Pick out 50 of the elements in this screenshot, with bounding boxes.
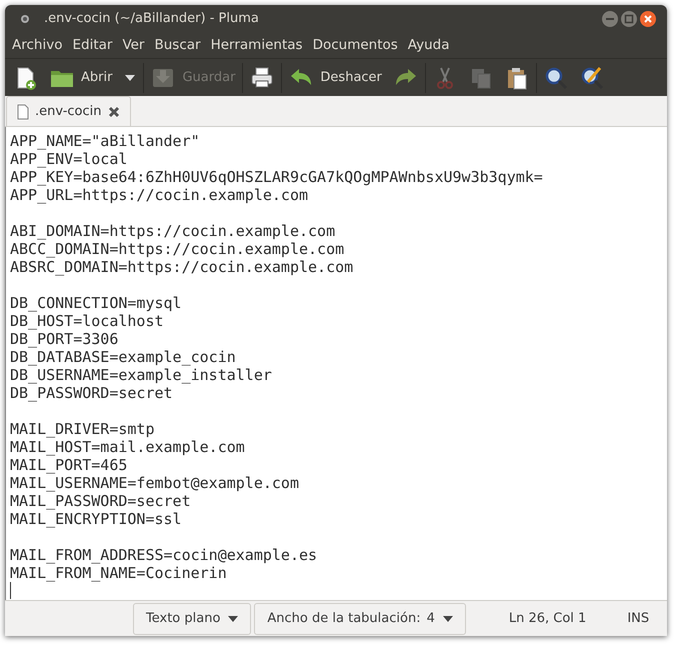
text-editor[interactable] [5, 127, 667, 600]
code-line: APP_ENV=local [10, 150, 128, 168]
caret-icon [125, 74, 136, 81]
code-line: DB_PORT=3306 [10, 330, 118, 348]
folder-button[interactable]: Abrir [45, 62, 118, 94]
caret-icon [442, 616, 453, 622]
code-line: DB_HOST=localhost [10, 312, 164, 330]
code-line: MAIL_FROM_NAME=Cocinerin [10, 564, 227, 582]
menu-item[interactable]: Ayuda [402, 37, 455, 54]
code-line: ABSRC_DOMAIN=https://cocin.example.com [10, 258, 354, 276]
language-dropdown[interactable]: Texto plano [133, 602, 252, 635]
search-icon [544, 66, 568, 90]
menu-item[interactable]: Editar [67, 37, 118, 54]
code-line: APP_URL=https://cocin.example.com [10, 186, 308, 204]
code-line: APP_NAME="aBillander" [10, 132, 200, 150]
menu-item[interactable]: Ver [117, 37, 150, 54]
code-line: MAIL_USERNAME=fembot@example.com [10, 474, 299, 492]
code-line: MAIL_HOST=mail.example.com [10, 438, 245, 456]
find-replace-icon [580, 66, 604, 90]
menu-item[interactable]: Herramientas [206, 37, 308, 54]
code-line: MAIL_FROM_ADDRESS=cocin@example.es [10, 546, 318, 564]
menu-item[interactable]: Buscar [149, 37, 206, 54]
close-tab-icon[interactable] [108, 106, 120, 118]
close-icon [639, 10, 657, 28]
window-title: .env-cocin (~/aBillander) - Pluma [44, 11, 260, 26]
menu-item[interactable]: Archivo [7, 37, 68, 54]
code-line: MAIL_ENCRYPTION=ssl [10, 510, 182, 528]
code-line: DB_DATABASE=example_cocin [10, 348, 236, 366]
code-line: DB_PASSWORD=secret [10, 384, 173, 402]
undo-arrow-button[interactable]: Deshacer [284, 62, 387, 94]
tab-label: .env-cocin [35, 104, 102, 120]
insert-mode: INS [627, 611, 650, 626]
code-line: MAIL_PASSWORD=secret [10, 492, 191, 510]
code-line: ABCC_DOMAIN=https://cocin.example.com [10, 240, 344, 258]
code-line: DB_USERNAME=example_installer [10, 366, 272, 384]
caret-icon [228, 616, 238, 622]
code-line: MAIL_PORT=465 [10, 456, 128, 474]
document-icon [17, 104, 29, 120]
tab-width-dropdown[interactable]: Ancho de la tabulación: 4 [254, 602, 466, 635]
window-menu-icon [19, 12, 31, 25]
minimize-icon [601, 10, 619, 28]
code-line: ABI_DOMAIN=https://cocin.example.com [10, 222, 336, 240]
menu-item[interactable]: Documentos [308, 37, 403, 54]
printer-icon [250, 66, 274, 90]
maximize-icon [620, 10, 638, 28]
code-line: DB_CONNECTION=mysql [10, 294, 182, 312]
code-line: APP_KEY=base64:6ZhH0UV6qOHSZLAR9cGA7kQOgMPAWnbsxU9w3b3qymk= [10, 168, 543, 186]
cursor-position: Ln 26, Col 1 [508, 611, 586, 626]
document-tab[interactable]: .env-cocin [6, 96, 131, 126]
code-line: MAIL_DRIVER=smtp [10, 420, 154, 438]
